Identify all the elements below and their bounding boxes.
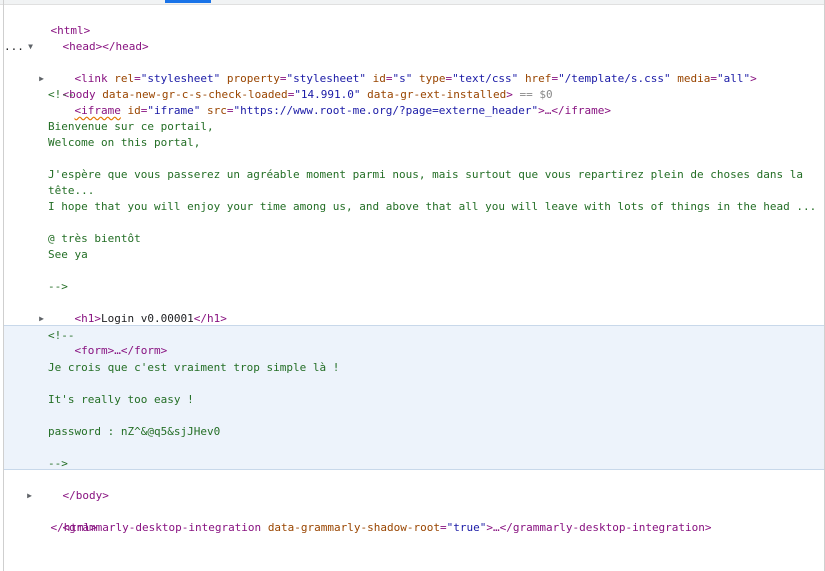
comment-line bbox=[0, 344, 825, 360]
comment-line: tête... bbox=[48, 184, 95, 197]
comment-line: <!-- bbox=[48, 88, 75, 101]
comment-line: Bienvenue sur ce portail, bbox=[48, 120, 214, 133]
form-node[interactable]: ▶ <form>…</form> bbox=[0, 311, 825, 357]
html-close-node[interactable]: </html> bbox=[0, 504, 825, 534]
h1-node[interactable]: <h1>Login v0.00001</h1> bbox=[0, 295, 825, 325]
expand-triangle-right-icon[interactable]: ▶ bbox=[37, 311, 46, 327]
comment-line bbox=[0, 376, 825, 392]
comment-line: --> bbox=[48, 280, 68, 293]
comment-line bbox=[0, 103, 825, 119]
grammarly-node[interactable]: ▶ <grammarly-desktop-integration data-gr… bbox=[0, 488, 825, 534]
comment-line: --> bbox=[48, 457, 68, 470]
password-comment-line: password : nZ^&@q5&sjJHev0 bbox=[48, 425, 221, 438]
grammarly-collapsed-content: >…</grammarly-desktop-integration> bbox=[486, 521, 712, 534]
grammarly-attr-value: "true" bbox=[446, 521, 487, 534]
html-close-tag: </html> bbox=[50, 521, 97, 534]
devtools-toolbar-strip bbox=[0, 0, 825, 5]
comment-line: <!-- bbox=[48, 329, 75, 342]
grammarly-attr-name: data-grammarly-shadow-root bbox=[267, 521, 440, 534]
head-node[interactable]: <head></head> bbox=[0, 23, 825, 53]
comment-line: It's really too easy ! bbox=[48, 393, 194, 406]
active-tab-indicator bbox=[165, 0, 211, 3]
comment-line: See ya bbox=[48, 248, 88, 261]
more-options-icon[interactable]: ... bbox=[4, 39, 24, 55]
comment-line: Welcome on this portal, bbox=[48, 136, 201, 149]
comment-line bbox=[0, 440, 825, 456]
comment-line: @ très bientôt bbox=[48, 232, 141, 245]
html-open-node[interactable]: <html> bbox=[0, 7, 825, 37]
comment-line bbox=[0, 151, 825, 167]
expand-triangle-down-icon[interactable]: ▼ bbox=[26, 39, 35, 55]
comment-line bbox=[0, 263, 825, 279]
comment-line: Je crois que c'est vraiment trop simple … bbox=[48, 361, 340, 374]
expand-triangle-right-icon[interactable]: ▶ bbox=[37, 71, 46, 87]
comment-line bbox=[0, 215, 825, 231]
link-node[interactable]: <link rel="stylesheet" property="stylesh… bbox=[0, 55, 825, 85]
comment-line: J'espère que vous passerez un agréable m… bbox=[48, 168, 803, 181]
expand-triangle-right-icon[interactable]: ▶ bbox=[25, 488, 34, 504]
body-node-selected[interactable]: ... ▼ <body data-new-gr-c-s-check-loaded… bbox=[0, 39, 825, 101]
iframe-node[interactable]: ▶ <iframe id="iframe" src="https://www.r… bbox=[0, 71, 825, 117]
comment-line bbox=[0, 408, 825, 424]
comment-node-welcome[interactable]: <!-- Bienvenue sur ce portail, Welcome o… bbox=[0, 87, 825, 295]
body-close-node[interactable]: </body> bbox=[0, 472, 825, 502]
comment-node-password[interactable]: <!-- Je crois que c'est vraiment trop si… bbox=[0, 327, 825, 472]
elements-dom-tree: <html> <head></head> ... ▼ <body data-ne… bbox=[0, 7, 825, 534]
comment-line: I hope that you will enjoy your time amo… bbox=[48, 200, 817, 213]
